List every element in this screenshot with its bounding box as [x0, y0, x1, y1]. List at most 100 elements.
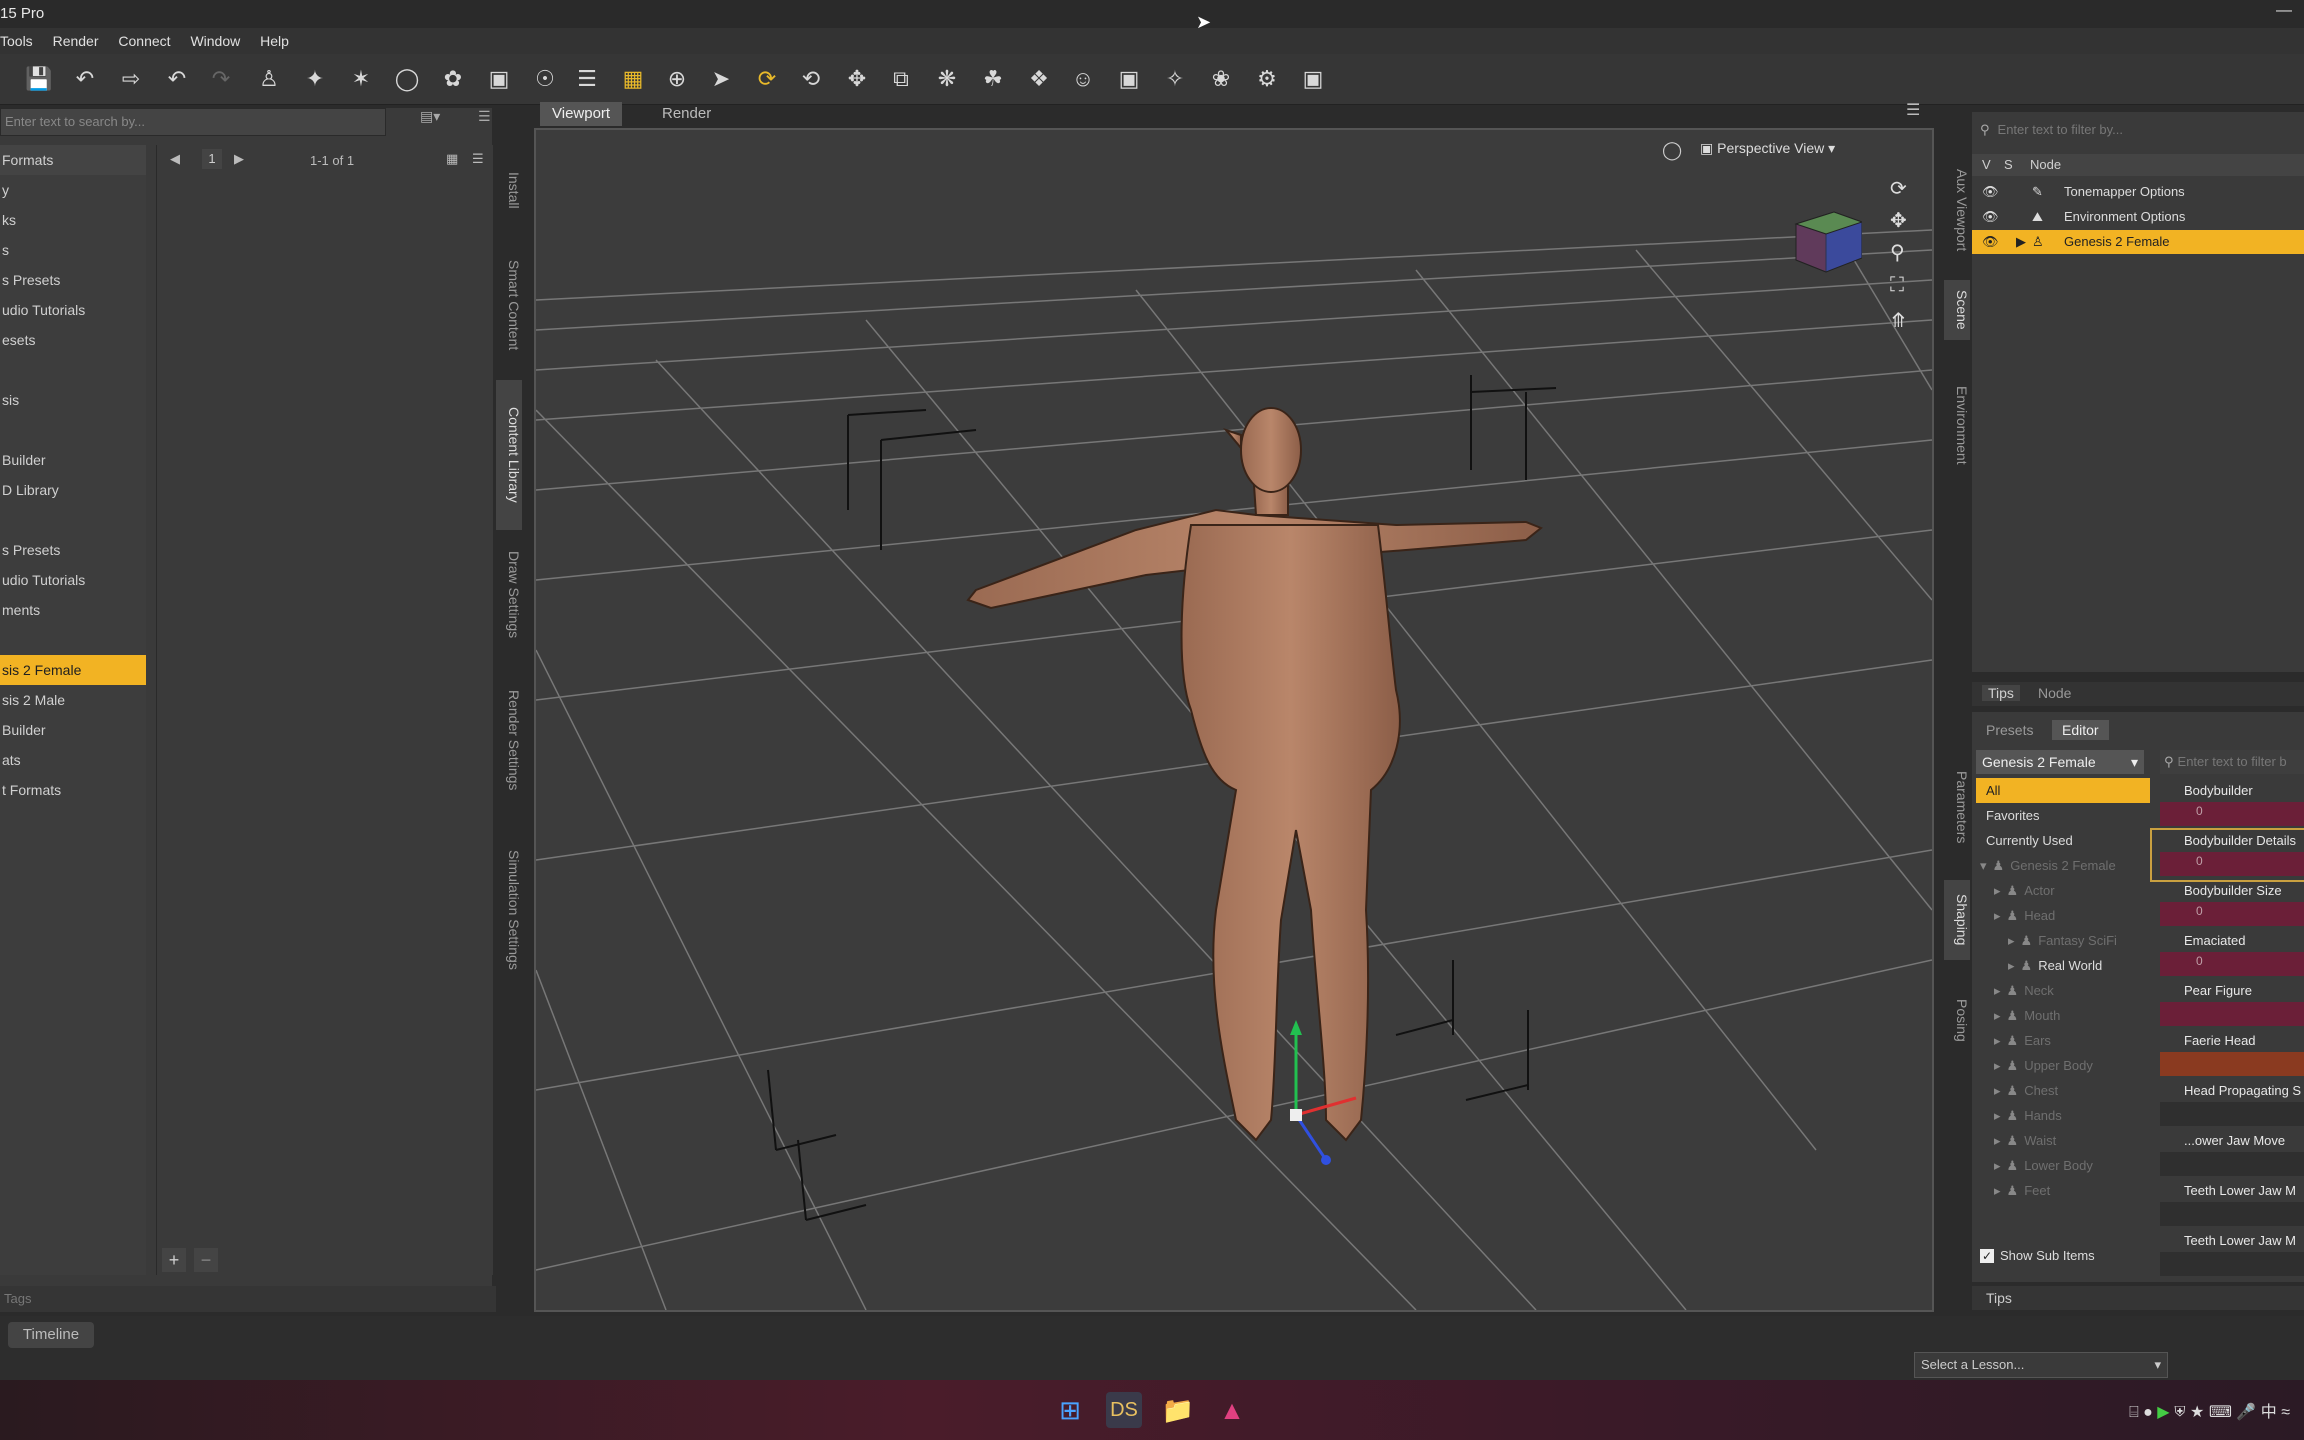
daz-studio-icon[interactable]: DS — [1106, 1392, 1142, 1428]
shaping-tree-item[interactable]: ▸ ♟ Head — [1976, 903, 2140, 928]
content-category-item[interactable]: D Library — [0, 475, 146, 505]
lesson-selector[interactable]: Select a Lesson... ▾ — [1914, 1352, 2168, 1378]
figure-icon[interactable]: ♙ — [252, 62, 286, 96]
tab-render-settings[interactable]: Render Settings — [496, 670, 522, 810]
shield-icon[interactable]: ⛨ — [2174, 1404, 2186, 1421]
expand-arrow-icon[interactable]: ▸ — [2008, 933, 2015, 948]
content-category-item[interactable]: s — [0, 235, 146, 265]
content-category-item[interactable]: y — [0, 175, 146, 205]
expand-arrow-icon[interactable]: ▶ — [2016, 230, 2026, 254]
tab-environment[interactable]: Environment — [1944, 370, 1970, 480]
content-category-item[interactable]: sis 2 Female — [0, 655, 146, 685]
paint-icon[interactable]: ❖ — [1022, 62, 1056, 96]
content-category-item[interactable]: ats — [0, 745, 146, 775]
open-icon[interactable]: ↶ — [68, 62, 102, 96]
morph-slider[interactable]: Faerie Head — [2152, 1030, 2304, 1080]
scene-row-tonemapper[interactable]: 👁 ✎ Tonemapper Options — [1972, 180, 2304, 204]
next-page-icon[interactable]: ▶ — [234, 151, 244, 167]
shaping-tree-item[interactable]: ▾ ♟ Genesis 2 Female — [1976, 853, 2140, 878]
slider-track[interactable]: 0 — [2160, 802, 2304, 826]
align-icon[interactable]: ☰ — [570, 62, 604, 96]
morph-slider[interactable]: Head Propagating S — [2152, 1080, 2304, 1130]
tab-install[interactable]: Install — [496, 150, 522, 230]
windows-start-icon[interactable]: ⊞ — [1052, 1392, 1088, 1428]
render-settings-icon[interactable]: ⚙ — [1250, 62, 1284, 96]
target-icon[interactable]: ⊕ — [660, 62, 694, 96]
draw-style-icon[interactable]: ◯ — [1662, 140, 1682, 161]
morph-slider[interactable]: Bodybuilder Size 0 — [2152, 880, 2304, 930]
content-category-item[interactable] — [0, 355, 146, 385]
expand-arrow-icon[interactable]: ▸ — [1994, 983, 2001, 998]
page-number[interactable]: 1 — [202, 149, 222, 169]
camera-icon[interactable]: ▣ — [1112, 62, 1146, 96]
list-view-icon[interactable]: ☰ — [472, 151, 484, 167]
morph-slider[interactable]: Emaciated 0 — [2152, 930, 2304, 980]
expand-arrow-icon[interactable]: ▸ — [1994, 1008, 2001, 1023]
content-category-item[interactable] — [0, 505, 146, 535]
content-category-item[interactable] — [0, 625, 146, 655]
scale-icon[interactable]: ⧉ — [884, 62, 918, 96]
slider-track[interactable] — [2160, 1252, 2304, 1276]
shaping-tree-item[interactable]: ▸ ♟ Actor — [1976, 878, 2140, 903]
pan-icon[interactable]: ✥ — [1890, 208, 1907, 233]
slider-track[interactable]: 0 — [2160, 852, 2304, 876]
menu-connect[interactable]: Connect — [118, 28, 170, 54]
shaping-tree-item[interactable]: ▸ ♟ Chest — [1976, 1078, 2140, 1103]
view-selector[interactable]: ▣ Perspective View ▾ — [1700, 140, 1880, 166]
surface-icon[interactable]: ✿ — [436, 62, 470, 96]
slider-track[interactable]: 0 — [2160, 952, 2304, 976]
eye-icon[interactable]: 👁 — [1982, 180, 1999, 204]
render-icon[interactable]: ▣ — [1296, 62, 1330, 96]
shaping-tree-item[interactable]: ▸ ♟ Fantasy SciFi — [1976, 928, 2140, 953]
content-category-item[interactable]: Builder — [0, 445, 146, 475]
expand-arrow-icon[interactable]: ▸ — [1994, 1058, 2001, 1073]
tab-viewport[interactable]: Viewport — [540, 102, 623, 126]
scene-row-genesis-2-female[interactable]: 👁 ▶ ♙ Genesis 2 Female — [1972, 230, 2304, 254]
expand-arrow-icon[interactable]: ▸ — [1994, 883, 2001, 898]
tips-bar[interactable]: Tips — [1972, 1286, 2304, 1310]
slider-track[interactable] — [2160, 1202, 2304, 1226]
content-category-item[interactable]: udio Tutorials — [0, 565, 146, 595]
marvelous-icon[interactable]: ▲ — [1214, 1392, 1250, 1428]
tab-parameters[interactable]: Parameters — [1944, 752, 1970, 862]
content-category-item[interactable]: udio Tutorials — [0, 295, 146, 325]
content-search-input[interactable]: Enter text to search by... — [0, 108, 386, 136]
content-category-item[interactable]: s Presets — [0, 535, 146, 565]
tab-posing[interactable]: Posing — [1944, 980, 1970, 1060]
expand-arrow-icon[interactable]: ▾ — [1980, 858, 1987, 873]
tab-presets[interactable]: Presets — [1986, 722, 2033, 738]
tab-scene[interactable]: Scene — [1944, 280, 1970, 340]
viewport-menu-icon[interactable]: ☰ — [1906, 100, 1920, 120]
expand-arrow-icon[interactable]: ▸ — [1994, 1183, 2001, 1198]
morph-slider[interactable]: Teeth Lower Jaw M — [2152, 1230, 2304, 1280]
menu-help[interactable]: Help — [260, 28, 289, 54]
minimize-button[interactable]: — — [2276, 2, 2292, 20]
scene-row-environment[interactable]: 👁 ⛰ Environment Options — [1972, 205, 2304, 229]
content-category-item[interactable]: s Presets — [0, 265, 146, 295]
expand-arrow-icon[interactable]: ▸ — [1994, 908, 2001, 923]
tab-timeline[interactable]: Timeline — [8, 1322, 94, 1348]
morph-slider[interactable]: Bodybuilder Details 0 — [2150, 828, 2304, 882]
shaping-tree-item[interactable]: ▸ ♟ Waist — [1976, 1128, 2140, 1153]
scene-filter-input[interactable]: ⚲ Enter text to filter by... — [1972, 116, 2304, 144]
show-sub-items-checkbox[interactable]: ✓ Show Sub Items — [1980, 1248, 2095, 1263]
shaping-tree-item[interactable]: All — [1976, 778, 2150, 803]
content-category-item[interactable]: ments — [0, 595, 146, 625]
content-category-item[interactable]: esets — [0, 325, 146, 355]
shaping-tree-item[interactable]: ▸ ♟ Hands — [1976, 1103, 2140, 1128]
view-cube[interactable] — [1786, 194, 1864, 274]
3d-viewport[interactable] — [534, 128, 1934, 1312]
figure-setup-icon[interactable]: ☺ — [1066, 62, 1100, 96]
prev-page-icon[interactable]: ◀ — [170, 151, 180, 167]
redo-icon[interactable]: ↷ — [204, 62, 238, 96]
slider-track[interactable] — [2160, 1152, 2304, 1176]
zoom-icon[interactable]: ⚲ — [1890, 240, 1905, 265]
tab-shaping[interactable]: Shaping — [1944, 880, 1970, 960]
shaping-tree-item[interactable]: ▸ ♟ Real World — [1976, 953, 2140, 978]
node-tool-icon[interactable]: ▣ — [482, 62, 516, 96]
tab-smart-content[interactable]: Smart Content — [496, 240, 522, 370]
undo-icon[interactable]: ↶ — [160, 62, 194, 96]
bluetooth-icon[interactable]: ★ — [2190, 1404, 2204, 1421]
export-icon[interactable]: ⇨ — [114, 62, 148, 96]
grid-icon[interactable]: ▦ — [616, 62, 650, 96]
